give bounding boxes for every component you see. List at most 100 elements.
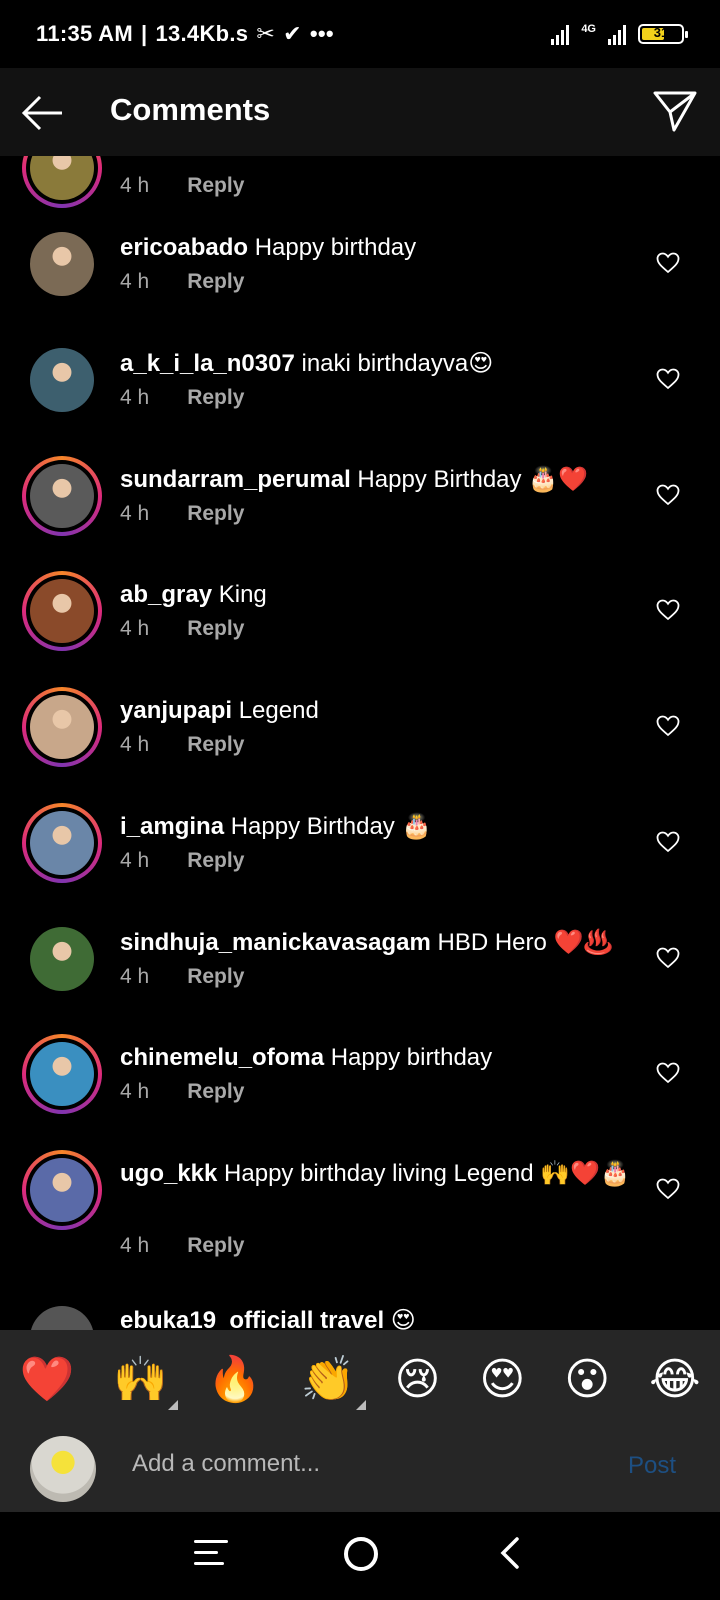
comment-row[interactable]: chinemelu_ofoma Happy birthday 4 h Reply: [0, 1034, 720, 1150]
like-heart-icon[interactable]: [656, 831, 680, 853]
avatar[interactable]: [22, 156, 102, 208]
comment-text: yanjupapi Legend: [120, 695, 630, 727]
direct-send-icon[interactable]: [652, 88, 698, 134]
comment-text: chinemelu_ofoma Happy birthday: [120, 1042, 630, 1074]
comment-username[interactable]: a_k_i_la_n0307: [120, 350, 295, 377]
comment-body: King: [212, 581, 267, 608]
comment-row[interactable]: sundarram_perumal Happy Birthday 🎂❤️ 4 h R…: [0, 456, 720, 572]
avatar[interactable]: [22, 803, 102, 883]
comment-body: inaki birthdayva😍: [294, 350, 494, 377]
comment-username[interactable]: ericoabado: [120, 234, 248, 261]
comment-timestamp: 4 h: [120, 174, 150, 197]
emoji-button[interactable]: 😍: [479, 1358, 525, 1402]
comment-username[interactable]: yanjupapi: [120, 697, 232, 724]
avatar[interactable]: [22, 1150, 102, 1230]
comment-timestamp: 4 h: [120, 502, 150, 525]
like-heart-icon[interactable]: [656, 1062, 680, 1084]
emoji-button[interactable]: 😮: [564, 1358, 610, 1402]
comment-row[interactable]: a_k_i_la_n0307 inaki birthdayva😍 4 h Reply: [0, 340, 720, 456]
comment-row[interactable]: ericoabado Happy birthday 4 h Reply: [0, 224, 720, 340]
reply-button[interactable]: Reply: [187, 502, 244, 526]
avatar[interactable]: [22, 224, 102, 304]
comment-input[interactable]: Add a comment...: [132, 1450, 320, 1478]
comment-text: i_amgina Happy Birthday 🎂: [120, 811, 630, 843]
recent-apps-icon[interactable]: [194, 1540, 228, 1570]
signal-icon-2: [608, 23, 626, 45]
avatar[interactable]: [30, 1306, 94, 1330]
like-heart-icon[interactable]: [656, 1178, 680, 1200]
emoji-button[interactable]: ❤️: [19, 1358, 74, 1402]
emoji-button[interactable]: 👏: [301, 1358, 366, 1410]
comment-timestamp: 4 h: [120, 270, 150, 293]
comment-username[interactable]: ab_gray: [120, 581, 212, 608]
comment-body: HBD Hero ❤️♨️: [430, 929, 614, 956]
more-dots-icon: •••: [309, 21, 334, 46]
skin-tone-indicator: [168, 1400, 179, 1410]
comment-row[interactable]: yanjupapi Legend 4 h Reply: [0, 687, 720, 803]
home-icon[interactable]: [344, 1537, 378, 1571]
scissors-icon: ✂: [256, 21, 276, 46]
reply-button[interactable]: Reply: [187, 174, 244, 198]
comment-row[interactable]: ab_gray King 4 h Reply: [0, 571, 720, 687]
emoji-button[interactable]: 🙌: [113, 1358, 179, 1410]
like-heart-icon[interactable]: [656, 484, 680, 506]
comment-username[interactable]: sundarram_perumal: [120, 466, 351, 493]
avatar[interactable]: [22, 456, 102, 536]
like-heart-icon[interactable]: [656, 368, 680, 390]
comment-timestamp: 4 h: [120, 386, 150, 409]
like-heart-icon[interactable]: [656, 252, 680, 274]
comment-timestamp: 4 h: [120, 965, 150, 988]
reply-button[interactable]: Reply: [187, 386, 244, 410]
avatar: [30, 1436, 96, 1502]
battery-level: 31: [653, 25, 669, 40]
avatar[interactable]: [22, 919, 102, 999]
system-nav-bar: [0, 1512, 720, 1600]
emoji-button[interactable]: 😢: [395, 1358, 441, 1402]
emoji-button[interactable]: 😂: [649, 1358, 700, 1402]
like-heart-icon[interactable]: [656, 947, 680, 969]
comment-timestamp: 4 h: [120, 1234, 150, 1257]
battery-icon: 31: [638, 24, 688, 44]
comment-body: Happy Birthday 🎂: [224, 813, 432, 840]
comment-body: Happy birthday living Legend 🙌❤️🎂: [217, 1160, 630, 1187]
signal-icon: [551, 23, 570, 45]
reply-button[interactable]: Reply: [187, 965, 244, 989]
comment-timestamp: 4 h: [120, 733, 150, 756]
avatar[interactable]: [22, 687, 102, 767]
like-heart-icon[interactable]: [656, 599, 680, 621]
like-heart-icon[interactable]: [656, 715, 680, 737]
comments-list[interactable]: 4 h Reply ericoabado Happy birthday 4 h Repl…: [0, 156, 720, 1330]
reply-button[interactable]: Reply: [187, 733, 244, 757]
comment-timestamp: 4 h: [120, 849, 150, 872]
reply-button[interactable]: Reply: [187, 1080, 244, 1104]
reply-button[interactable]: Reply: [187, 849, 244, 873]
comment-text: a_k_i_la_n0307 inaki birthdayva😍: [120, 348, 630, 380]
back-arrow-icon[interactable]: [20, 90, 66, 136]
comment-composer: Add a comment... Post: [0, 1430, 720, 1512]
back-nav-icon[interactable]: [500, 1536, 520, 1570]
avatar[interactable]: [22, 571, 102, 651]
comment-row[interactable]: ugo_kkk Happy birthday living Legend 🙌❤️…: [0, 1150, 720, 1266]
comment-timestamp: 4 h: [120, 1080, 150, 1103]
comment-username[interactable]: i_amgina: [120, 813, 224, 840]
emoji-button[interactable]: 🔥: [207, 1358, 262, 1402]
comment-row[interactable]: i_amgina Happy Birthday 🎂 4 h Reply: [0, 803, 720, 919]
avatar[interactable]: [22, 340, 102, 420]
page-title: Comments: [110, 92, 271, 127]
comment-text: sindhuja_manickavasagam HBD Hero ❤️♨️: [120, 927, 630, 959]
reply-button[interactable]: Reply: [187, 270, 244, 294]
post-button[interactable]: Post: [628, 1452, 676, 1480]
comment-text: ebuka19_officiall travel 😍: [120, 1307, 416, 1330]
comment-row[interactable]: sindhuja_manickavasagam HBD Hero ❤️♨️ 4 h…: [0, 919, 720, 1035]
comment-text: ericoabado Happy birthday: [120, 232, 630, 264]
comment-username[interactable]: sindhuja_manickavasagam: [120, 929, 431, 956]
comment-username[interactable]: chinemelu_ofoma: [120, 1044, 324, 1071]
reply-button[interactable]: Reply: [187, 1234, 244, 1258]
comment-username[interactable]: ugo_kkk: [120, 1160, 217, 1187]
comment-timestamp: 4 h: [120, 617, 150, 640]
comment-row-partial[interactable]: ebuka19_officiall travel 😍: [0, 1306, 720, 1330]
comment-text: ugo_kkk Happy birthday living Legend 🙌❤️…: [120, 1158, 630, 1190]
reply-button[interactable]: Reply: [187, 617, 244, 641]
avatar[interactable]: [22, 1034, 102, 1114]
skin-tone-indicator: [355, 1400, 366, 1410]
